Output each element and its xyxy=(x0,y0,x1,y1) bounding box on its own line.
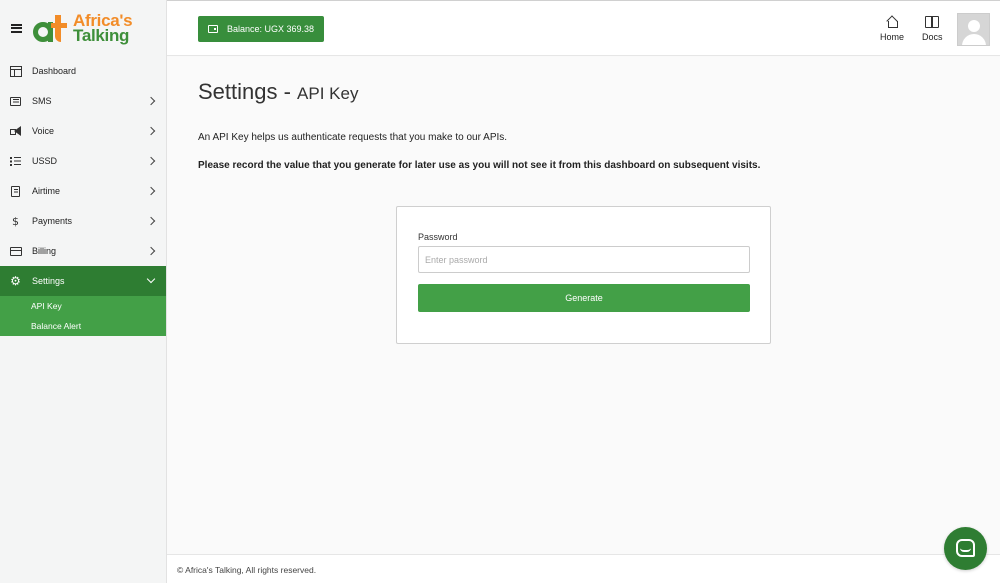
sidebar-item-label: Voice xyxy=(32,126,55,136)
logo-text: Africa's Talking xyxy=(73,12,133,45)
home-label: Home xyxy=(880,32,905,42)
docs-link[interactable]: Docs xyxy=(922,14,943,42)
africas-talking-logo[interactable]: Africa's Talking xyxy=(33,12,133,45)
generate-key-card: Password Generate xyxy=(396,206,771,344)
chevron-right-icon xyxy=(146,126,156,136)
chevron-right-icon xyxy=(146,246,156,256)
logo-mark-icon xyxy=(33,13,69,43)
copyright-text: © Africa's Talking, All rights reserved. xyxy=(177,565,317,575)
sidebar-item-label: Billing xyxy=(32,246,57,256)
generate-button[interactable]: Generate xyxy=(418,284,750,312)
password-input[interactable] xyxy=(418,246,750,273)
sidebar-item-ussd[interactable]: USSD xyxy=(0,146,166,176)
sidebar-item-label: Airtime xyxy=(32,186,61,196)
sidebar-item-label: Dashboard xyxy=(32,66,77,76)
docs-label: Docs xyxy=(922,32,943,42)
top-header: Balance: UGX 369.38 Home Docs xyxy=(167,0,1000,56)
dashboard-icon xyxy=(9,65,22,78)
page-title-main: Settings - xyxy=(198,79,298,104)
main-content: Settings - API Key An API Key helps us a… xyxy=(167,57,1000,554)
chevron-right-icon xyxy=(146,216,156,226)
sidebar-item-sms[interactable]: SMS xyxy=(0,86,166,116)
sidebar-nav: Dashboard SMS Voice USSD Airtime $ Payme… xyxy=(0,56,166,296)
sidebar: Africa's Talking Dashboard SMS Voice USS… xyxy=(0,0,167,583)
gear-icon: ⚙ xyxy=(10,274,21,288)
password-label: Password xyxy=(418,232,458,242)
sidebar-item-billing[interactable]: Billing xyxy=(0,236,166,266)
settings-subnav: API Key Balance Alert xyxy=(0,296,166,336)
book-icon xyxy=(925,14,940,29)
chevron-down-icon xyxy=(146,274,156,284)
brand-bar: Africa's Talking xyxy=(0,0,166,56)
dollar-icon: $ xyxy=(12,214,19,228)
sidebar-item-voice[interactable]: Voice xyxy=(0,116,166,146)
sidebar-subitem-api-key[interactable]: API Key xyxy=(0,296,166,316)
page-title-sub: API Key xyxy=(297,84,359,103)
megaphone-icon xyxy=(9,125,22,138)
wallet-icon xyxy=(208,25,218,33)
receipt-icon xyxy=(9,185,22,198)
avatar[interactable] xyxy=(957,13,990,46)
hamburger-menu-icon[interactable] xyxy=(11,23,22,33)
sidebar-item-dashboard[interactable]: Dashboard xyxy=(0,56,166,86)
chevron-right-icon xyxy=(146,186,156,196)
page-title: Settings - API Key xyxy=(198,79,358,105)
sidebar-item-payments[interactable]: $ Payments xyxy=(0,206,166,236)
balance-label: Balance: UGX 369.38 xyxy=(227,24,315,34)
footer: © Africa's Talking, All rights reserved. xyxy=(167,554,1000,583)
sidebar-item-label: Settings xyxy=(32,276,65,286)
sidebar-subitem-balance-alert[interactable]: Balance Alert xyxy=(0,316,166,336)
home-icon xyxy=(886,14,898,29)
sidebar-item-airtime[interactable]: Airtime xyxy=(0,176,166,206)
intro-text: An API Key helps us authenticate request… xyxy=(198,132,508,143)
credit-card-icon xyxy=(9,245,22,258)
chevron-right-icon xyxy=(146,96,156,106)
notice-text: Please record the value that you generat… xyxy=(198,160,761,171)
logo-line-2: Talking xyxy=(73,26,130,45)
sidebar-item-label: USSD xyxy=(32,156,58,166)
chat-launcher-button[interactable] xyxy=(944,527,987,570)
home-link[interactable]: Home xyxy=(880,14,904,42)
sidebar-item-label: SMS xyxy=(32,96,52,106)
message-icon xyxy=(9,95,22,108)
list-icon xyxy=(9,155,22,168)
chevron-right-icon xyxy=(146,156,156,166)
balance-button[interactable]: Balance: UGX 369.38 xyxy=(198,16,325,42)
sidebar-item-label: Payments xyxy=(32,216,73,226)
sidebar-item-settings[interactable]: ⚙ Settings xyxy=(0,266,166,296)
